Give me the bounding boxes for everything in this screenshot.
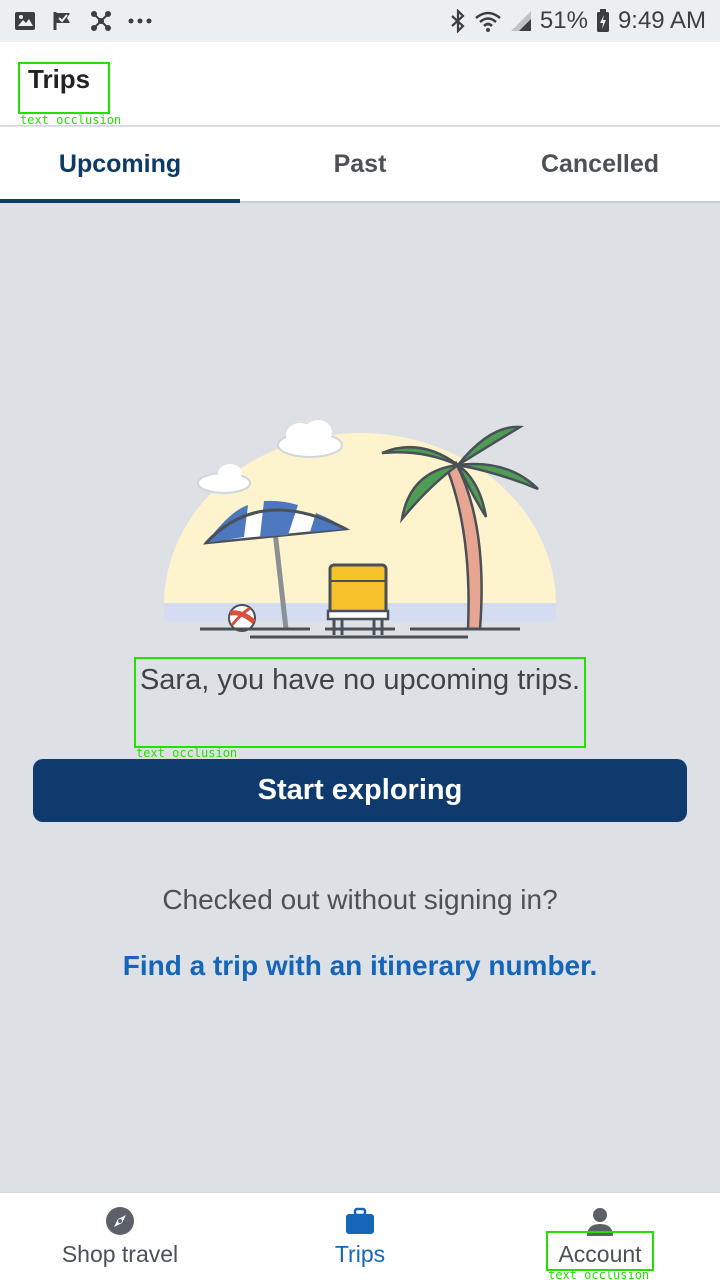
network-icon (90, 10, 112, 32)
nav-shop-travel[interactable]: Shop travel (0, 1193, 240, 1280)
more-icon (128, 17, 152, 25)
signal-icon (510, 10, 532, 32)
beach-illustration (160, 415, 560, 645)
trip-tabs: Upcoming Past Cancelled (0, 127, 720, 203)
beach-ball-icon (228, 604, 256, 632)
clock-time: 9:49 AM (617, 7, 706, 34)
compass-icon (105, 1205, 135, 1237)
tab-upcoming[interactable]: Upcoming (0, 127, 240, 203)
check-flag-icon (52, 10, 74, 32)
nav-label-trips: Trips (334, 1241, 386, 1267)
battery-icon (596, 9, 610, 33)
find-trip-link[interactable]: Find a trip with an itinerary number. (0, 950, 720, 982)
nav-label-shop-travel: Shop travel (61, 1241, 179, 1267)
battery-percent: 51% (539, 7, 588, 34)
wifi-icon (474, 10, 502, 32)
gallery-icon (14, 11, 36, 31)
nav-trips[interactable]: Trips (240, 1193, 480, 1280)
occlusion-label-account: text occlusion (548, 1268, 650, 1280)
occlusion-box-title (18, 62, 110, 114)
occlusion-box-account (546, 1231, 654, 1271)
occlusion-box-message (134, 657, 586, 748)
bluetooth-icon (450, 9, 466, 33)
status-notifications (14, 10, 152, 32)
checked-out-prompt: Checked out without signing in? (162, 884, 558, 915)
occlusion-label-message: text occlusion (136, 746, 238, 760)
start-exploring-button[interactable]: Start exploring (33, 759, 687, 822)
occlusion-label-title: text occlusion (20, 113, 122, 127)
beach-chair-icon (326, 563, 390, 635)
briefcase-icon (345, 1205, 375, 1237)
status-system: 51% 9:49 AM (450, 7, 706, 35)
tab-cancelled[interactable]: Cancelled (480, 127, 720, 201)
status-bar: 51% 9:49 AM (0, 0, 720, 42)
tab-past[interactable]: Past (240, 127, 480, 201)
